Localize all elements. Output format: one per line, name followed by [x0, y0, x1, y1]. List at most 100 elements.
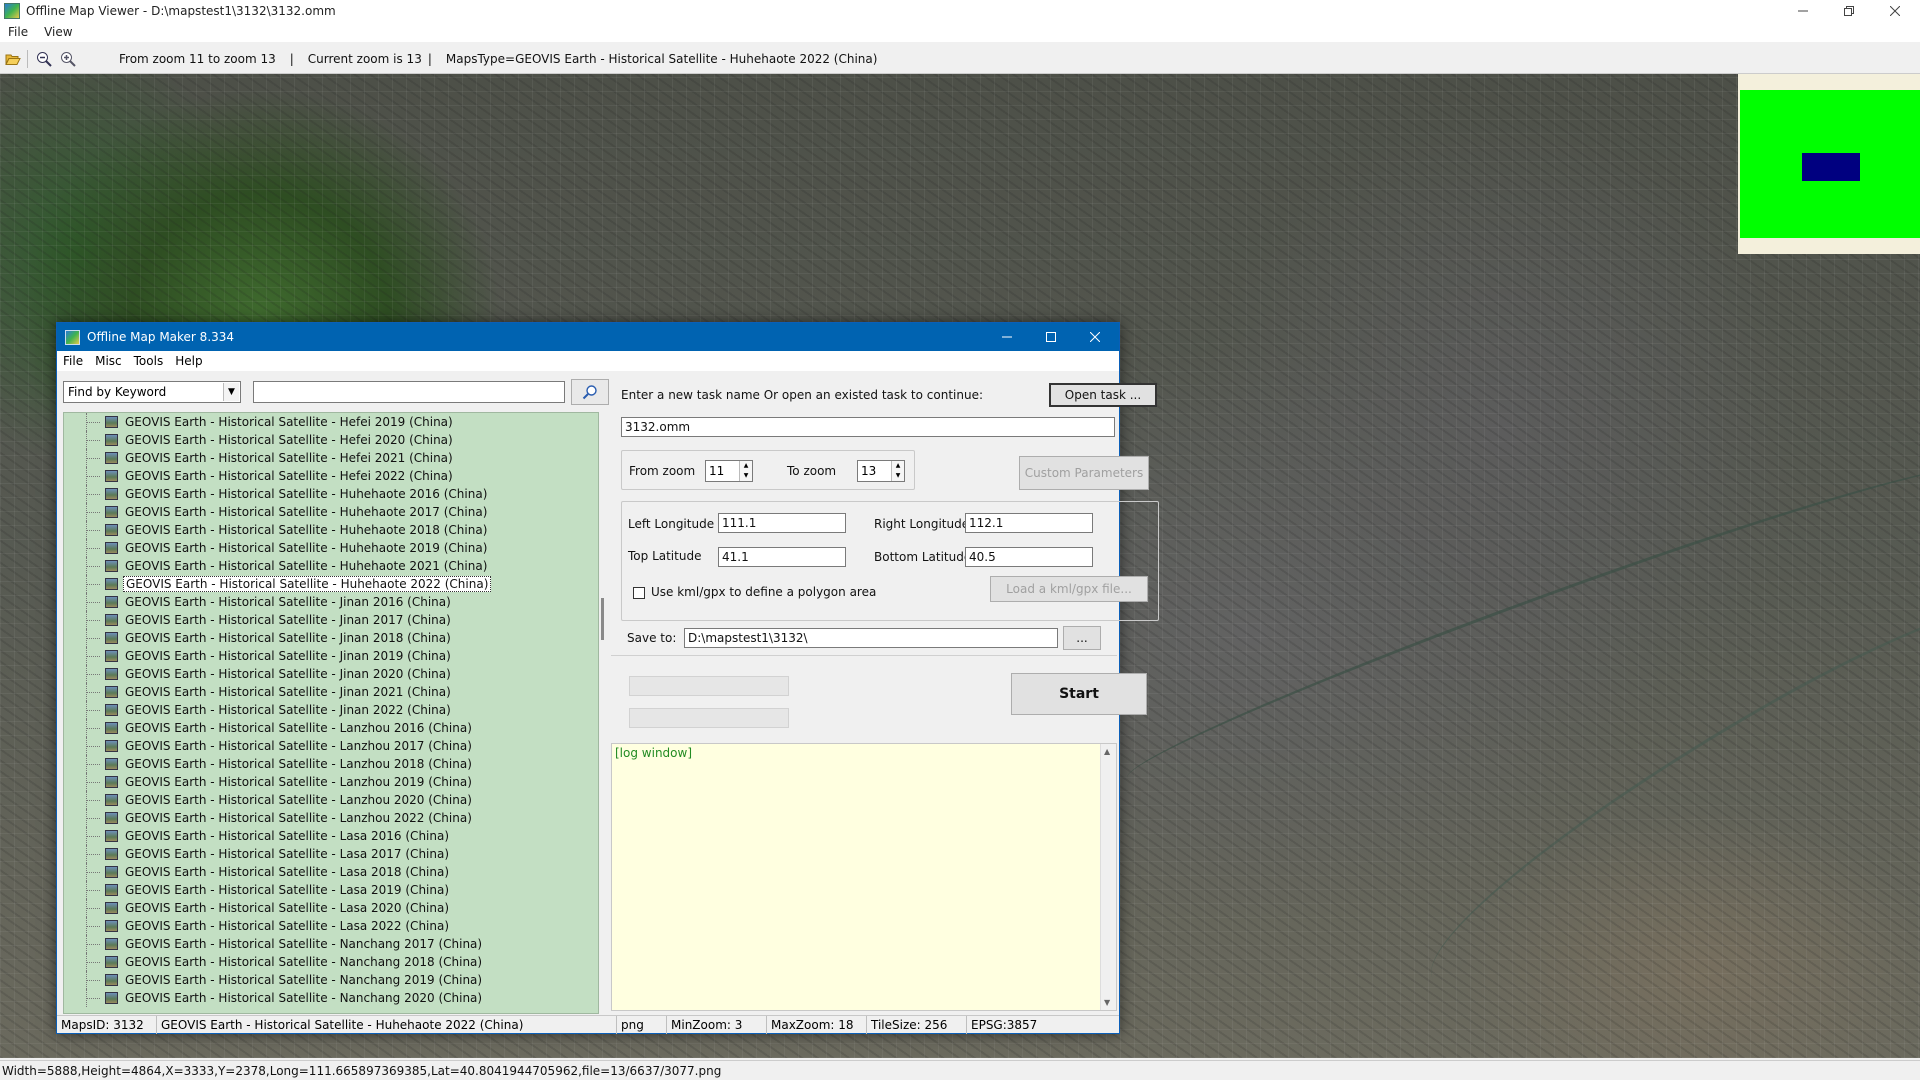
top-latitude-field[interactable]: 41.1 — [718, 547, 846, 567]
search-button[interactable] — [571, 379, 609, 405]
map-list-item[interactable]: GEOVIS Earth - Historical Satellite - Hu… — [64, 539, 598, 557]
viewer-close-button[interactable] — [1872, 0, 1918, 22]
tree-branch — [86, 728, 100, 729]
map-list-item[interactable]: GEOVIS Earth - Historical Satellite - La… — [64, 899, 598, 917]
minimap-viewport-rect[interactable] — [1802, 153, 1860, 181]
scroll-up-icon[interactable]: ▲ — [1104, 747, 1110, 756]
from-zoom-stepper[interactable]: 11 ▲ ▼ — [705, 460, 753, 482]
map-list-item[interactable]: GEOVIS Earth - Historical Satellite - Hu… — [64, 557, 598, 575]
map-list-item[interactable]: GEOVIS Earth - Historical Satellite - He… — [64, 431, 598, 449]
kml-polygon-checkbox[interactable] — [633, 587, 645, 599]
map-list-item[interactable]: GEOVIS Earth - Historical Satellite - La… — [64, 755, 598, 773]
task-name-field[interactable]: 3132.omm — [621, 417, 1115, 437]
map-list-item[interactable]: GEOVIS Earth - Historical Satellite - Ji… — [64, 611, 598, 629]
to-zoom-stepper[interactable]: 13 ▲ ▼ — [857, 460, 905, 482]
tree-branch — [86, 674, 100, 675]
map-thumbnail-icon — [105, 758, 118, 770]
maker-maximize-button[interactable] — [1029, 323, 1073, 351]
map-thumbnail-icon — [105, 488, 118, 500]
map-list-item[interactable]: GEOVIS Earth - Historical Satellite - La… — [64, 773, 598, 791]
keyword-search-input[interactable] — [253, 381, 565, 403]
viewer-menu-view[interactable]: View — [36, 25, 80, 39]
map-list-item[interactable]: GEOVIS Earth - Historical Satellite - La… — [64, 719, 598, 737]
viewer-statusbar: Width=5888,Height=4864,X=3333,Y=2378,Lon… — [0, 1060, 1920, 1080]
map-list-item-label: GEOVIS Earth - Historical Satellite - La… — [125, 919, 450, 933]
from-zoom-label: From zoom — [629, 464, 696, 478]
map-list-item[interactable]: GEOVIS Earth - Historical Satellite - Na… — [64, 989, 598, 1007]
map-list-item[interactable]: GEOVIS Earth - Historical Satellite - He… — [64, 449, 598, 467]
maker-menu-tools[interactable]: Tools — [128, 354, 170, 368]
load-kml-button[interactable]: Load a kml/gpx file... — [990, 576, 1148, 602]
custom-parameters-button[interactable]: Custom Parameters — [1019, 456, 1149, 490]
map-list-item[interactable]: GEOVIS Earth - Historical Satellite - La… — [64, 791, 598, 809]
save-to-label: Save to: — [627, 631, 677, 645]
maker-minimize-button[interactable] — [985, 323, 1029, 351]
viewer-minimize-button[interactable] — [1780, 0, 1826, 22]
task-settings-panel: Enter a new task name Or open an existed… — [611, 375, 1159, 651]
status-format: png — [617, 1015, 667, 1034]
map-list-item[interactable]: GEOVIS Earth - Historical Satellite - Ji… — [64, 593, 598, 611]
map-list-item[interactable]: GEOVIS Earth - Historical Satellite - Na… — [64, 953, 598, 971]
stepper-arrows-icon[interactable]: ▲ ▼ — [739, 461, 752, 481]
map-list-item[interactable]: GEOVIS Earth - Historical Satellite - La… — [64, 881, 598, 899]
open-folder-button[interactable] — [2, 48, 24, 70]
viewer-toolbar: From zoom 11 to zoom 13 | Current zoom i… — [0, 44, 1920, 74]
maker-titlebar[interactable]: Offline Map Maker 8.334 — [57, 323, 1119, 351]
map-type-tree[interactable]: GEOVIS Earth - Historical Satellite - He… — [63, 412, 599, 1014]
maker-app-icon — [65, 329, 80, 345]
search-icon — [582, 385, 597, 400]
map-list-item-label: GEOVIS Earth - Historical Satellite - La… — [125, 757, 472, 771]
map-list-item-label: GEOVIS Earth - Historical Satellite - Ji… — [125, 649, 451, 663]
map-list-item[interactable]: GEOVIS Earth - Historical Satellite - La… — [64, 863, 598, 881]
scroll-down-icon[interactable]: ▼ — [1104, 998, 1110, 1007]
map-list-item[interactable]: GEOVIS Earth - Historical Satellite - Ji… — [64, 683, 598, 701]
map-list-item[interactable]: GEOVIS Earth - Historical Satellite - Ji… — [64, 665, 598, 683]
right-longitude-field[interactable]: 112.1 — [965, 513, 1093, 533]
map-thumbnail-icon — [105, 632, 118, 644]
maker-menu-help[interactable]: Help — [169, 354, 208, 368]
viewer-menu-file[interactable]: File — [0, 25, 36, 39]
map-list-item[interactable]: GEOVIS Earth - Historical Satellite - Na… — [64, 971, 598, 989]
map-thumbnail-icon — [105, 668, 118, 680]
save-to-path-field[interactable]: D:\mapstest1\3132\ — [684, 628, 1058, 648]
map-list-item[interactable]: GEOVIS Earth - Historical Satellite - La… — [64, 845, 598, 863]
map-list-item[interactable]: GEOVIS Earth - Historical Satellite - Ji… — [64, 647, 598, 665]
tree-scrollbar-thumb[interactable] — [601, 598, 604, 640]
tree-branch — [86, 746, 100, 747]
map-list-item[interactable]: GEOVIS Earth - Historical Satellite - Ji… — [64, 629, 598, 647]
current-zoom-text: Current zoom is 13 — [307, 51, 422, 66]
map-list-item[interactable]: GEOVIS Earth - Historical Satellite - Hu… — [64, 485, 598, 503]
start-button[interactable]: Start — [1011, 673, 1147, 715]
tree-branch — [86, 800, 100, 801]
log-scrollbar[interactable]: ▲ ▼ — [1100, 744, 1116, 1010]
zoom-range-text: From zoom 11 to zoom 13 — [119, 51, 276, 66]
map-list-item[interactable]: GEOVIS Earth - Historical Satellite - He… — [64, 413, 598, 431]
map-list-item[interactable]: GEOVIS Earth - Historical Satellite - La… — [64, 809, 598, 827]
stepper-arrows-icon[interactable]: ▲ ▼ — [891, 461, 904, 481]
zoom-in-button[interactable] — [57, 48, 79, 70]
task-prompt-label: Enter a new task name Or open an existed… — [621, 388, 983, 402]
open-task-button[interactable]: Open task ... — [1049, 383, 1157, 407]
left-longitude-field[interactable]: 111.1 — [718, 513, 846, 533]
map-list-item[interactable]: GEOVIS Earth - Historical Satellite - La… — [64, 917, 598, 935]
maker-menu-file[interactable]: File — [57, 354, 89, 368]
map-list-item[interactable]: GEOVIS Earth - Historical Satellite - Hu… — [64, 575, 598, 593]
browse-folder-button[interactable]: ... — [1063, 626, 1101, 650]
map-list-item[interactable]: GEOVIS Earth - Historical Satellite - Na… — [64, 935, 598, 953]
map-list-item[interactable]: GEOVIS Earth - Historical Satellite - La… — [64, 737, 598, 755]
maker-close-button[interactable] — [1073, 323, 1117, 351]
tree-branch — [86, 620, 100, 621]
tree-branch — [86, 638, 100, 639]
log-window[interactable]: [log window] ▲ ▼ — [611, 743, 1117, 1011]
overview-minimap[interactable] — [1738, 74, 1920, 254]
map-list-item[interactable]: GEOVIS Earth - Historical Satellite - Hu… — [64, 503, 598, 521]
viewer-maximize-button[interactable] — [1826, 0, 1872, 22]
zoom-out-button[interactable] — [33, 48, 55, 70]
maker-menu-misc[interactable]: Misc — [89, 354, 128, 368]
bottom-latitude-field[interactable]: 40.5 — [965, 547, 1093, 567]
map-list-item[interactable]: GEOVIS Earth - Historical Satellite - Ji… — [64, 701, 598, 719]
map-list-item[interactable]: GEOVIS Earth - Historical Satellite - He… — [64, 467, 598, 485]
map-list-item[interactable]: GEOVIS Earth - Historical Satellite - La… — [64, 827, 598, 845]
map-list-item[interactable]: GEOVIS Earth - Historical Satellite - Hu… — [64, 521, 598, 539]
search-mode-dropdown[interactable]: Find by Keyword ▼ — [63, 381, 241, 403]
